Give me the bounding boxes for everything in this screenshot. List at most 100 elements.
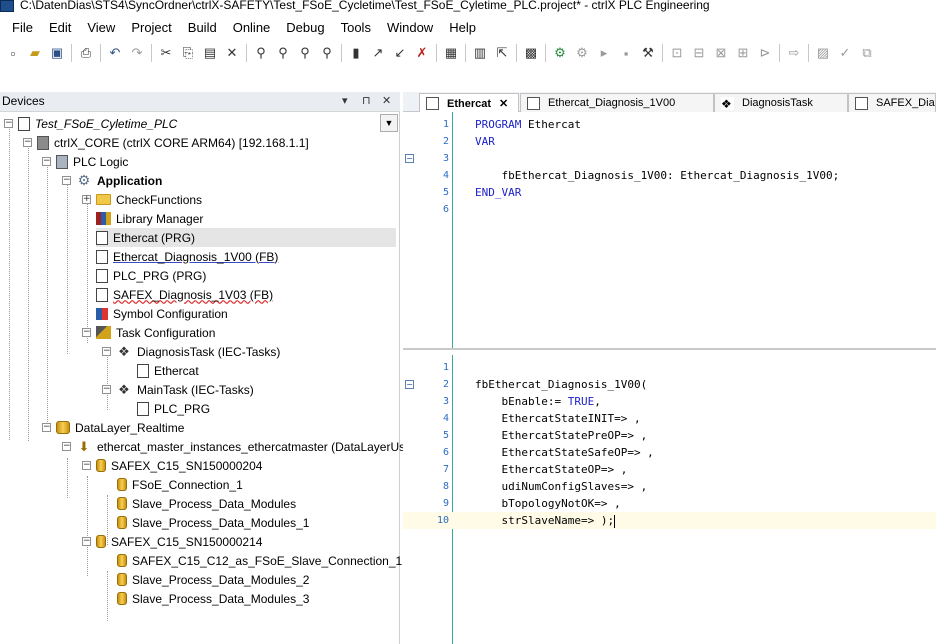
build-icon[interactable]: ▥ xyxy=(469,42,491,64)
tree-node-plc-prg[interactable]: PLC_PRG (PRG) xyxy=(96,266,206,285)
tree-node-plc-prg-call[interactable]: PLC_PRG xyxy=(137,399,210,418)
step-out-icon[interactable]: ⊞ xyxy=(732,42,754,64)
panel-dropdown-icon[interactable]: ▾ xyxy=(342,94,348,107)
tree-node-fsoe-slave-connection[interactable]: SAFEX_C15_C12_as_FSoE_Slave_Connection_1 xyxy=(117,551,402,570)
collapse-icon[interactable]: − xyxy=(62,442,71,451)
open-icon[interactable]: ▰ xyxy=(24,42,46,64)
redo-icon[interactable]: ↷ xyxy=(126,42,148,64)
collapse-icon[interactable]: − xyxy=(82,537,91,546)
code-line[interactable]: 6 xyxy=(403,201,936,218)
code-line[interactable]: 4 EthercatStateINIT=> , xyxy=(403,410,936,427)
menu-build[interactable]: Build xyxy=(180,17,225,39)
code-line[interactable]: 10 strSlaveName=> ); xyxy=(403,512,936,529)
fold-toggle-icon[interactable]: − xyxy=(405,154,414,163)
menu-file[interactable]: File xyxy=(4,17,41,39)
code-line[interactable]: 5 EthercatStatePreOP=> , xyxy=(403,427,936,444)
tree-node-ethercat-master[interactable]: − ⬇ ethercat_master_instances_ethercatma… xyxy=(62,437,420,456)
save-icon[interactable]: ▣ xyxy=(46,42,68,64)
tab-ethercat-diagnosis[interactable]: Ethercat_Diagnosis_1V00 xyxy=(520,93,714,112)
find-replace-icon[interactable]: ⚲ xyxy=(294,42,316,64)
logout-icon[interactable]: ⚙ xyxy=(571,42,593,64)
print-icon[interactable]: ⎙ xyxy=(75,42,97,64)
step-over-icon[interactable]: ⊟ xyxy=(688,42,710,64)
tree-node-safex-diagnosis[interactable]: SAFEX_Diagnosis_1V03 (FB) xyxy=(96,285,273,304)
bookmark-prev-icon[interactable]: ↙ xyxy=(389,42,411,64)
collapse-icon[interactable]: − xyxy=(42,423,51,432)
collapse-icon[interactable]: − xyxy=(62,176,71,185)
menu-project[interactable]: Project xyxy=(123,17,179,39)
tree-node-diagnosistask[interactable]: − ❖ DiagnosisTask (IEC-Tasks) xyxy=(102,342,280,361)
fold-toggle-icon[interactable]: − xyxy=(405,380,414,389)
tree-dropdown-button[interactable]: ▼ xyxy=(380,114,398,132)
tree-node-task-configuration[interactable]: − Task Configuration xyxy=(82,323,215,342)
unforce-icon[interactable]: ⧉ xyxy=(856,42,878,64)
find-in-project-icon[interactable]: ⚲ xyxy=(316,42,338,64)
export-icon[interactable]: ⇱ xyxy=(491,42,513,64)
tree-node-slave-pdm-2[interactable]: Slave_Process_Data_Modules_2 xyxy=(117,570,309,589)
tree-node-slave-pdm[interactable]: Slave_Process_Data_Modules xyxy=(117,494,296,513)
breakpoint-icon[interactable]: ⊡ xyxy=(666,42,688,64)
undo-icon[interactable]: ↶ xyxy=(104,42,126,64)
close-icon[interactable]: ✕ xyxy=(382,94,391,107)
code-line[interactable]: 9 bTopologyNotOK=> , xyxy=(403,495,936,512)
tree-node-application[interactable]: − ⚙ Application xyxy=(62,171,162,190)
tree-node-safex-214[interactable]: − SAFEX_C15_SN150000214 xyxy=(82,532,262,551)
bookmark-icon[interactable]: ▮ xyxy=(345,42,367,64)
tree-node-ethercat-prg[interactable]: Ethercat (PRG) xyxy=(96,228,396,247)
run-to-cursor-icon[interactable]: ⇨ xyxy=(783,42,805,64)
code-line[interactable]: 1 PROGRAM Ethercat xyxy=(403,116,936,133)
tree-node-ethercat-diagnosis[interactable]: Ethercat_Diagnosis_1V00 (FB) xyxy=(96,247,278,266)
collapse-icon[interactable]: − xyxy=(82,328,91,337)
code-line[interactable]: 4 fbEthercat_Diagnosis_1V00: Ethercat_Di… xyxy=(403,167,936,184)
tree-node-symbol-configuration[interactable]: Symbol Configuration xyxy=(96,304,228,323)
run-icon[interactable]: ▸ xyxy=(593,42,615,64)
bookmark-next-icon[interactable]: ↗ xyxy=(367,42,389,64)
tree-node-plc-logic[interactable]: − PLC Logic xyxy=(42,152,128,171)
code-line[interactable]: 1 xyxy=(403,359,936,376)
tree-node-ethercat-call[interactable]: Ethercat xyxy=(137,361,199,380)
menu-tools[interactable]: Tools xyxy=(333,17,379,39)
menu-window[interactable]: Window xyxy=(379,17,441,39)
collapse-icon[interactable]: − xyxy=(102,385,111,394)
close-icon[interactable]: ✕ xyxy=(499,97,508,110)
force-values-icon[interactable]: ✓ xyxy=(834,42,856,64)
code-line[interactable]: 6 EthercatStateSafeOP=> , xyxy=(403,444,936,461)
new-icon[interactable]: ▫ xyxy=(2,42,24,64)
code-line[interactable]: 7 EthercatStateOP=> , xyxy=(403,461,936,478)
delete-icon[interactable]: ✕ xyxy=(221,42,243,64)
tree-node-slave-pdm-1[interactable]: Slave_Process_Data_Modules_1 xyxy=(117,513,309,532)
reset-icon[interactable]: ⚒ xyxy=(637,42,659,64)
tree-node-ctrlx-core[interactable]: − ctrlX_CORE (ctrlX CORE ARM64) [192.168… xyxy=(23,133,309,152)
expand-icon[interactable]: + xyxy=(82,195,91,204)
code-line[interactable]: 8 udiNumConfigSlaves=> , xyxy=(403,478,936,495)
menu-debug[interactable]: Debug xyxy=(278,17,332,39)
declaration-editor[interactable]: 1 PROGRAM Ethercat 2 VAR −3 4 fbEthercat_Diag… xyxy=(403,112,936,350)
collapse-icon[interactable]: − xyxy=(82,461,91,470)
tree-node-fsoe-connection-1[interactable]: FSoE_Connection_1 xyxy=(117,475,243,494)
code-line[interactable]: − 2 fbEthercat_Diagnosis_1V00( xyxy=(403,376,936,393)
collapse-icon[interactable]: − xyxy=(102,347,111,356)
tree-node-maintask[interactable]: − ❖ MainTask (IEC-Tasks) xyxy=(102,380,254,399)
tree-node-library-manager[interactable]: Library Manager xyxy=(96,209,203,228)
tree-node-project[interactable]: − Test_FSoE_Cyletime_PLC xyxy=(4,114,177,133)
menu-view[interactable]: View xyxy=(79,17,123,39)
pin-icon[interactable]: ⊓ xyxy=(362,94,371,107)
code-line[interactable]: 2 VAR xyxy=(403,133,936,150)
step-into-icon[interactable]: ⊠ xyxy=(710,42,732,64)
find-next-icon[interactable]: ⚲ xyxy=(272,42,294,64)
set-next-icon[interactable]: ⊳ xyxy=(754,42,776,64)
copy-icon[interactable]: ⎘ xyxy=(177,42,199,64)
implementation-editor[interactable]: 1 − 2 fbEthercat_Diagnosis_1V00(3 bEnable:=… xyxy=(403,355,936,644)
collapse-icon[interactable]: − xyxy=(4,119,13,128)
code-line[interactable]: 3 bEnable:= TRUE, xyxy=(403,393,936,410)
window-icon[interactable]: ▦ xyxy=(440,42,462,64)
collapse-icon[interactable]: − xyxy=(42,157,51,166)
code-line[interactable]: 5 END_VAR xyxy=(403,184,936,201)
find-icon[interactable]: ⚲ xyxy=(250,42,272,64)
menu-help[interactable]: Help xyxy=(441,17,484,39)
code-line[interactable]: −3 xyxy=(403,150,936,167)
paste-icon[interactable]: ▤ xyxy=(199,42,221,64)
stop-icon[interactable]: ▪ xyxy=(615,42,637,64)
tree-node-datalayer-realtime[interactable]: − DataLayer_Realtime xyxy=(42,418,184,437)
bookmark-clear-icon[interactable]: ✗ xyxy=(411,42,433,64)
